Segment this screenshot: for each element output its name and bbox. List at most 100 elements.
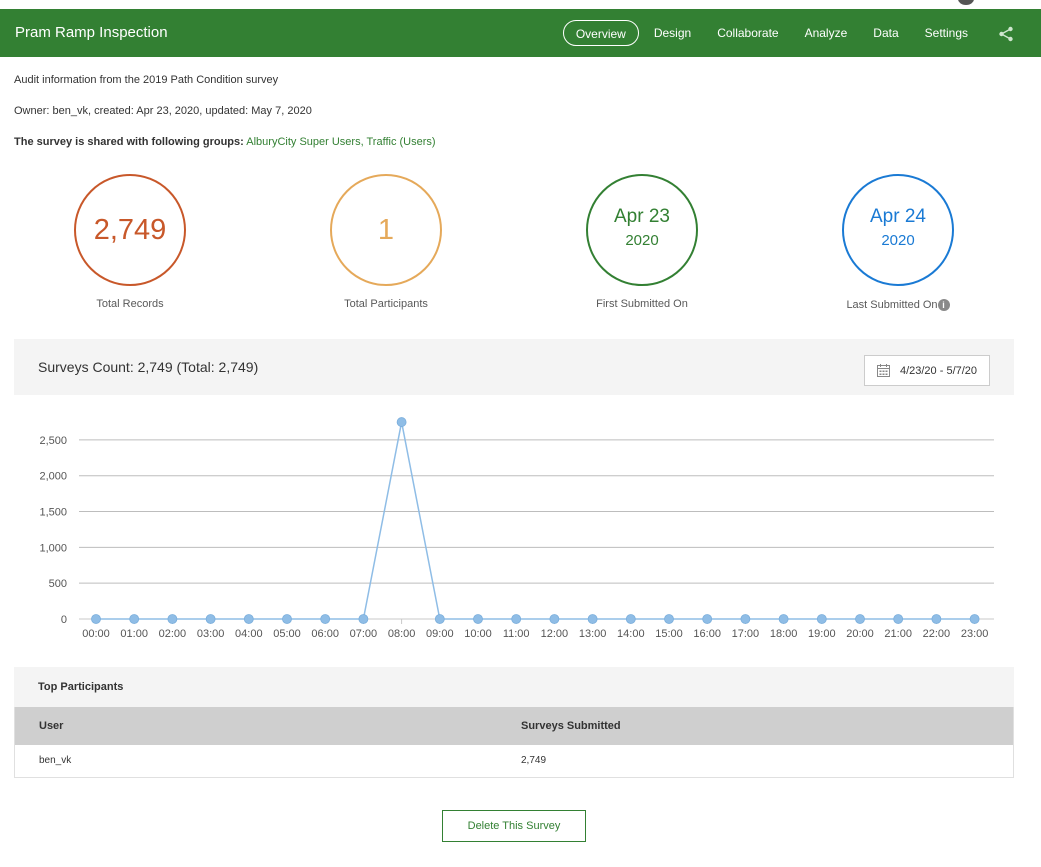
top-participants-header: Top Participants [14, 667, 1014, 707]
table-header-row: User Surveys Submitted [15, 707, 1013, 745]
data-point [778, 614, 789, 624]
x-tick-label: 13:00 [579, 628, 607, 640]
data-point [893, 614, 904, 624]
column-header-user[interactable]: User [39, 720, 63, 732]
chart-header: Surveys Count: 2,749 (Total: 2,749) 4/23… [14, 339, 1014, 395]
x-tick-label: 11:00 [503, 628, 530, 640]
survey-description: Audit information from the 2019 Path Con… [14, 74, 279, 86]
data-point [473, 614, 483, 624]
data-point [205, 614, 216, 624]
stat-first-submitted: Apr 23 2020 First Submitted On [542, 174, 742, 310]
x-tick-label: 15:00 [655, 628, 683, 640]
first-submitted-label: First Submitted On [596, 298, 688, 310]
last-submitted-label-wrap: Last Submitted On i [798, 299, 998, 311]
total-records-circle: 2,749 [74, 174, 186, 286]
x-tick-label: 06:00 [311, 628, 339, 640]
data-point [434, 614, 445, 624]
top-participants-table: User Surveys Submitted ben_vk 2,749 [14, 707, 1014, 778]
share-icon[interactable] [997, 25, 1015, 43]
stat-total-records: 2,749 Total Records [30, 174, 230, 310]
data-point [282, 614, 292, 624]
first-submitted-circle: Apr 23 2020 [586, 174, 698, 286]
stat-total-participants: 1 Total Participants [286, 174, 486, 310]
y-tick-label: 2,500 [39, 435, 67, 447]
x-tick-label: 03:00 [197, 628, 225, 640]
data-point [816, 614, 827, 624]
first-submitted-date: Apr 23 [614, 206, 670, 227]
data-point [969, 614, 980, 624]
surveys-line-chart: 0 500 1,000 1,500 2,000 2,500 00:00 01:00 02:00 0… [39, 417, 994, 640]
tab-data[interactable]: Data [860, 20, 911, 46]
x-tick-label: 18:00 [770, 628, 798, 640]
chart-title: Surveys Count: 2,749 (Total: 2,749) [38, 359, 259, 375]
data-point [664, 614, 674, 624]
first-submitted-year: 2020 [625, 232, 659, 249]
x-tick-label: 21:00 [884, 628, 912, 640]
x-tick-label: 01:00 [120, 628, 148, 640]
x-tick-label: 04:00 [235, 628, 263, 640]
x-tick-label: 17:00 [732, 628, 760, 640]
data-point [167, 614, 178, 624]
data-point [855, 614, 865, 624]
shared-groups-prefix: The survey is shared with following grou… [14, 136, 244, 148]
delete-survey-button[interactable]: Delete This Survey [442, 810, 586, 842]
shared-groups-link[interactable]: AlburyCity Super Users, Traffic (Users) [246, 136, 435, 148]
app-header: Pram Ramp Inspection Overview Design Col… [0, 9, 1041, 57]
data-point [320, 614, 331, 624]
owner-info: Owner: ben_vk, created: Apr 23, 2020, up… [14, 105, 312, 117]
last-submitted-date: Apr 24 [870, 206, 926, 227]
y-tick-label: 2,000 [39, 471, 67, 483]
data-point [129, 614, 140, 624]
data-point [511, 614, 522, 624]
column-header-surveys-submitted[interactable]: Surveys Submitted [521, 720, 621, 732]
last-submitted-year: 2020 [881, 232, 915, 249]
total-participants-circle: 1 [330, 174, 442, 286]
tab-settings[interactable]: Settings [912, 20, 981, 46]
y-tick-label: 500 [49, 578, 67, 590]
stat-last-submitted: Apr 24 2020 Last Submitted On i [798, 174, 998, 311]
x-tick-label: 08:00 [388, 628, 416, 640]
last-submitted-label: Last Submitted On [846, 299, 938, 311]
y-tick-label: 1,000 [39, 542, 67, 554]
date-range-value: 4/23/20 - 5/7/20 [899, 364, 978, 377]
x-tick-label: 05:00 [273, 628, 301, 640]
shared-groups-line: The survey is shared with following grou… [14, 136, 436, 148]
x-tick-label: 07:00 [350, 628, 378, 640]
y-tick-label: 0 [61, 614, 67, 626]
date-range-picker[interactable]: 4/23/20 - 5/7/20 [864, 355, 990, 386]
x-tick-label: 22:00 [923, 628, 951, 640]
data-point [931, 614, 942, 624]
top-strip [0, 0, 1041, 9]
data-point [587, 614, 598, 624]
x-tick-label: 02:00 [159, 628, 187, 640]
participant-count: 2,749 [521, 755, 547, 766]
x-tick-label: 16:00 [693, 628, 721, 640]
x-tick-label: 09:00 [426, 628, 454, 640]
total-participants-label: Total Participants [344, 298, 428, 310]
table-row: ben_vk 2,749 [15, 745, 1013, 777]
tab-design[interactable]: Design [641, 20, 704, 46]
x-tick-label: 10:00 [464, 628, 492, 640]
x-tick-label: 00:00 [82, 628, 110, 640]
x-tick-label: 12:00 [541, 628, 569, 640]
main-nav: Overview Design Collaborate Analyze Data… [562, 20, 981, 46]
data-point [702, 614, 713, 624]
data-point [358, 614, 369, 624]
data-point [396, 417, 407, 427]
tab-analyze[interactable]: Analyze [792, 20, 861, 46]
total-participants-value: 1 [377, 213, 395, 246]
y-tick-label: 1,500 [39, 507, 67, 519]
data-point [549, 614, 560, 624]
calendar-icon [876, 364, 890, 377]
info-icon[interactable]: i [937, 299, 950, 311]
tab-overview[interactable]: Overview [562, 20, 639, 46]
data-point [243, 614, 254, 624]
data-point [625, 614, 636, 624]
tab-collaborate[interactable]: Collaborate [704, 20, 791, 46]
total-records-value: 2,749 [93, 213, 167, 246]
x-tick-label: 20:00 [846, 628, 874, 640]
series-line [96, 421, 975, 620]
app-title: Pram Ramp Inspection [15, 24, 168, 41]
data-point [91, 614, 101, 624]
x-tick-label: 19:00 [808, 628, 836, 640]
